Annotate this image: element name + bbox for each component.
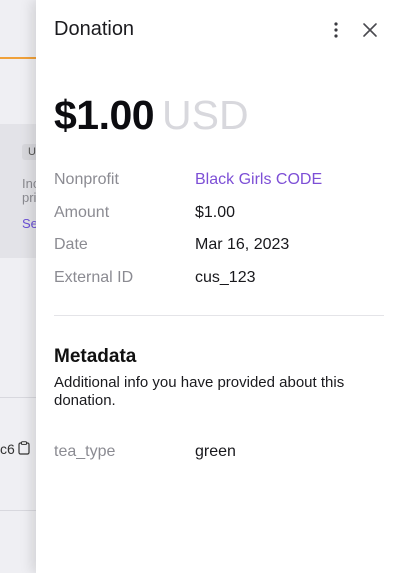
detail-label-amount: Amount	[54, 204, 110, 221]
tab-underline	[0, 57, 40, 59]
donation-drawer: Donation $1.00 USD Nonprofit Black Girls…	[36, 0, 400, 573]
donation-currency: USD	[162, 92, 249, 138]
detail-value-amount: $1.00	[195, 204, 236, 221]
background-divider-1	[0, 397, 40, 398]
background-divider-2	[0, 510, 40, 511]
metadata-title: Metadata	[54, 346, 137, 367]
detail-label-external-id: External ID	[54, 269, 134, 286]
nonprofit-link[interactable]: Black Girls CODE	[195, 171, 322, 189]
kebab-menu-icon[interactable]	[328, 20, 344, 40]
donation-amount: $1.00	[54, 92, 155, 138]
section-divider	[54, 315, 384, 316]
metadata-description: Additional info you have provided about …	[54, 374, 345, 409]
detail-label-nonprofit: Nonprofit	[54, 171, 119, 188]
metadata-key-tea-type: tea_type	[54, 443, 116, 460]
detail-value-date: Mar 16, 2023	[195, 236, 290, 253]
metadata-value-tea-type: green	[195, 443, 236, 460]
detail-label-date: Date	[54, 236, 88, 253]
drawer-title: Donation	[54, 18, 135, 40]
background-code: c6	[0, 441, 15, 457]
background-text-line-2: pri	[22, 190, 37, 205]
close-icon[interactable]	[361, 21, 379, 39]
detail-value-external-id: cus_123	[195, 269, 256, 286]
clipboard-icon[interactable]	[18, 441, 30, 455]
